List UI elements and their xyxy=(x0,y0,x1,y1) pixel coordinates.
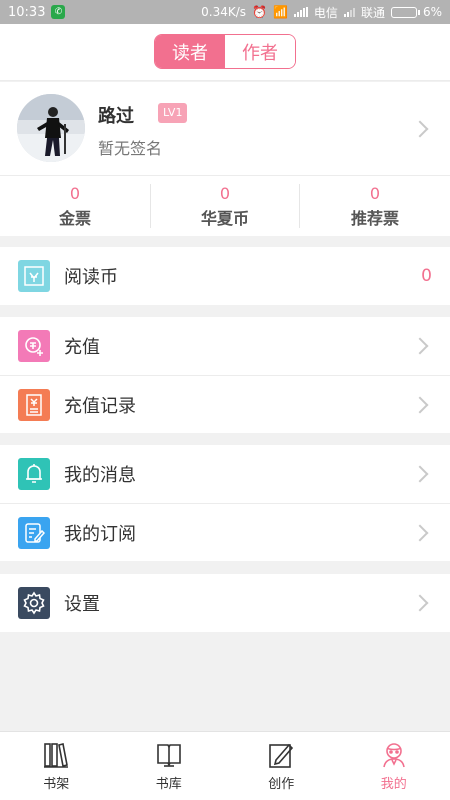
menu-label: 阅读币 xyxy=(64,267,118,288)
group-read-coin: 阅读币 0 xyxy=(0,247,450,305)
battery-icon xyxy=(390,6,420,18)
menu-recharge-records[interactable]: 充值记录 xyxy=(0,375,450,433)
stat-huaxia-coin[interactable]: 0 华夏币 xyxy=(150,176,300,236)
role-switch: 读者 作者 xyxy=(154,34,296,69)
nav-label: 我的 xyxy=(380,777,407,792)
read-coin-balance: 0 xyxy=(421,266,432,286)
carrier-1: 电信 xyxy=(313,5,338,20)
group-recharge: 充值 充值记录 xyxy=(0,317,450,433)
chevron-right-icon xyxy=(411,337,429,355)
nav-label: 书架 xyxy=(43,777,70,792)
open-book-icon xyxy=(156,744,181,767)
network-speed: 0.34K/s xyxy=(201,5,247,19)
edit-note-icon xyxy=(18,516,50,549)
menu-settings[interactable]: 设置 xyxy=(0,574,450,632)
wifi-icon: 📶 xyxy=(272,5,288,19)
signal-icon-2 xyxy=(343,7,355,17)
header: 读者 作者 xyxy=(0,24,450,81)
group-settings: 设置 xyxy=(0,574,450,632)
chevron-right-icon xyxy=(411,594,429,612)
carrier-2: 联通 xyxy=(360,5,385,20)
stat-label: 推荐票 xyxy=(350,208,399,228)
bell-icon xyxy=(18,458,50,490)
profile-card[interactable]: 路过 LV1 暂无签名 xyxy=(0,82,450,176)
nav-create[interactable]: 创作 xyxy=(225,732,338,800)
stat-gold-ticket[interactable]: 0 金票 xyxy=(0,176,150,236)
nav-bookshelf[interactable]: 书架 xyxy=(0,732,113,800)
menu-label: 我的消息 xyxy=(64,465,136,486)
read-coin-icon xyxy=(18,260,50,292)
nav-library[interactable]: 书库 xyxy=(113,732,226,800)
nav-label: 书库 xyxy=(155,777,182,792)
chevron-right-icon xyxy=(411,524,429,541)
menu-label: 我的订阅 xyxy=(64,523,136,545)
menu-recharge[interactable]: 充值 xyxy=(0,317,450,375)
menu-label: 充值记录 xyxy=(64,395,136,417)
user-profile-icon xyxy=(382,743,405,768)
receipt-icon xyxy=(18,388,50,421)
chevron-right-icon xyxy=(411,465,429,483)
menu-read-coin[interactable]: 阅读币 0 xyxy=(0,247,450,305)
bottom-nav: 书架 书库 创作 我的 xyxy=(0,731,450,800)
alarm-icon: ⏰ xyxy=(252,5,267,19)
coin-plus-icon xyxy=(18,330,50,362)
nav-label: 创作 xyxy=(268,777,295,792)
bookshelf-icon xyxy=(44,743,69,768)
stat-label: 金票 xyxy=(58,208,91,228)
chevron-right-icon xyxy=(411,120,429,138)
nav-mine[interactable]: 我的 xyxy=(338,732,450,800)
pen-paper-icon xyxy=(269,743,294,768)
stats-bar: 0 金票 0 华夏币 0 推荐票 xyxy=(0,176,450,236)
menu-label: 充值 xyxy=(64,337,100,358)
phone-call-icon: ✆ xyxy=(51,5,66,19)
username: 路过 xyxy=(98,106,134,127)
stat-value: 0 xyxy=(219,183,231,203)
level-badge: LV1 xyxy=(158,103,188,123)
stat-value: 0 xyxy=(69,183,81,203)
stat-recommend-ticket[interactable]: 0 推荐票 xyxy=(300,176,450,236)
avatar[interactable] xyxy=(17,94,85,162)
menu-label: 设置 xyxy=(64,594,100,615)
battery-level: 6% xyxy=(422,5,442,19)
menu-my-subscriptions[interactable]: 我的订阅 xyxy=(0,503,450,561)
stat-label: 华夏币 xyxy=(200,208,249,228)
gear-icon xyxy=(18,587,50,619)
status-time: 10:33 xyxy=(8,4,46,20)
tab-reader[interactable]: 读者 xyxy=(155,35,225,68)
signature: 暂无签名 xyxy=(98,139,163,158)
group-messages: 我的消息 我的订阅 xyxy=(0,445,450,561)
signal-icon-1 xyxy=(293,7,308,17)
menu-my-messages[interactable]: 我的消息 xyxy=(0,445,450,503)
chevron-right-icon xyxy=(411,396,429,413)
stat-value: 0 xyxy=(369,183,381,203)
status-bar: 10:33 ✆ 0.34K/s ⏰ 📶 电信 联通 6% xyxy=(0,0,450,24)
tab-author[interactable]: 作者 xyxy=(225,35,295,68)
